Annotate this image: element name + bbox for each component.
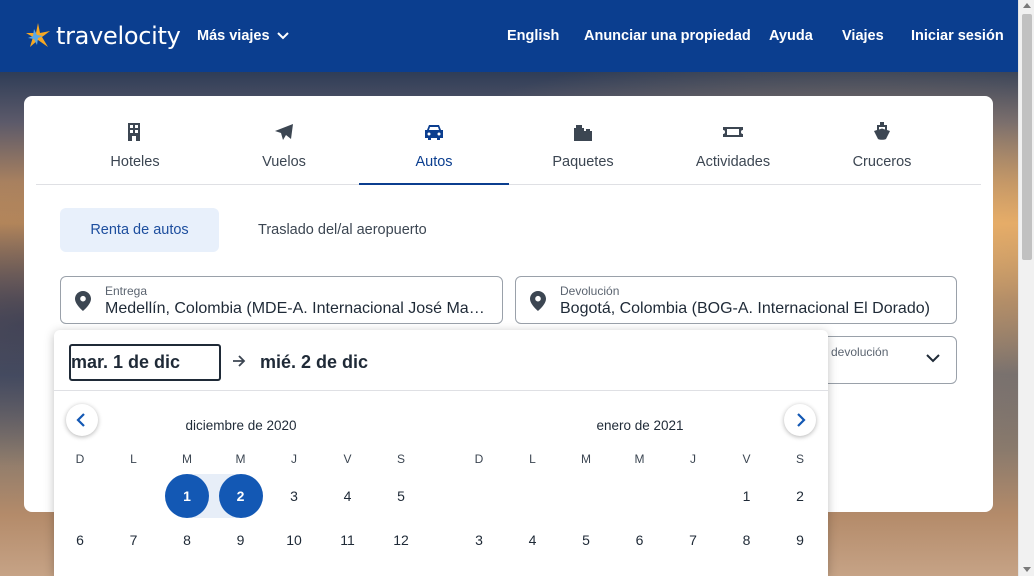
tab-label: Autos (415, 154, 453, 170)
pickup-label: Entrega (105, 284, 148, 298)
calendar-day[interactable]: 1 (165, 474, 209, 518)
calendar-day[interactable]: 9 (219, 518, 263, 562)
ship-icon (874, 122, 890, 140)
weekday-header: L (529, 452, 536, 466)
tab-label: Vuelos (262, 154, 306, 170)
tab-cars[interactable]: Autos (359, 96, 509, 185)
calendar-day[interactable]: 3 (457, 518, 501, 562)
calendar-day[interactable]: 8 (165, 518, 209, 562)
scroll-up-arrow-icon[interactable] (1023, 3, 1031, 8)
sign-in-link[interactable]: Iniciar sesión (911, 28, 1004, 44)
airport-transfer-subtab[interactable]: Traslado del/al aeropuerto (258, 208, 427, 252)
tab-cruises[interactable]: Cruceros (807, 96, 957, 185)
car-icon (425, 125, 443, 140)
pickup-value: Medellín, Colombia (MDE-A. Internacional… (105, 300, 490, 317)
more-trips-menu[interactable]: Más viajes (197, 28, 289, 44)
calendar-day[interactable]: 9 (778, 518, 822, 562)
arrow-right-icon (233, 355, 246, 367)
weekday-header: J (291, 452, 297, 466)
date-picker-header: mar. 1 de dic mié. 2 de dic (54, 330, 828, 391)
logo-text: travelocity (56, 22, 181, 50)
weekday-header: M (634, 452, 645, 466)
dropoff-label: Devolución (560, 284, 620, 298)
calendar-day[interactable]: 12 (379, 518, 423, 562)
travelocity-logo[interactable]: travelocity (24, 19, 181, 53)
month-title: enero de 2021 (596, 418, 684, 433)
scrollbar-thumb[interactable] (1022, 14, 1032, 260)
calendar-day[interactable]: 2 (778, 474, 822, 518)
weekday-header: M (581, 452, 591, 466)
weekday-header: V (742, 452, 751, 466)
plane-icon (275, 124, 293, 140)
tab-packages[interactable]: Paquetes (508, 96, 658, 185)
tab-hotels[interactable]: Hoteles (60, 96, 210, 185)
weekday-header: V (343, 452, 352, 466)
language-link[interactable]: English (507, 28, 559, 44)
scroll-down-arrow-icon[interactable] (1023, 567, 1031, 572)
calendar-day[interactable]: 3 (272, 474, 316, 518)
pickup-location-field[interactable]: Entrega Medellín, Colombia (MDE-A. Inter… (60, 276, 503, 324)
date-picker-popup: mar. 1 de dic mié. 2 de dic diciembre de… (54, 330, 828, 576)
calendar-day[interactable]: 7 (112, 518, 156, 562)
car-rental-subtab[interactable]: Renta de autos (60, 208, 219, 252)
chevron-down-icon (276, 32, 289, 40)
calendar-day[interactable]: 7 (671, 518, 715, 562)
map-pin-icon (75, 291, 91, 311)
tab-label: Actividades (695, 154, 771, 170)
tab-activities[interactable]: Actividades (658, 96, 808, 185)
calendar-day[interactable]: 11 (326, 518, 370, 562)
month-title: diciembre de 2020 (185, 418, 297, 433)
calendar-day[interactable]: 1 (725, 474, 769, 518)
luggage-icon (574, 125, 592, 141)
calendar-day[interactable]: 4 (326, 474, 370, 518)
weekday-header: M (235, 452, 246, 466)
ticket-icon (723, 127, 743, 137)
weekday-header: S (396, 452, 405, 466)
weekday-header: L (130, 452, 137, 466)
tab-label: Paquetes (552, 154, 614, 170)
calendar-day[interactable]: 5 (379, 474, 423, 518)
calendar-day[interactable]: 2 (218, 474, 263, 518)
return-time-label: devolución (831, 345, 889, 359)
calendar-day[interactable]: 6 (58, 518, 102, 562)
calendar-day[interactable]: 4 (511, 518, 555, 562)
tab-flights[interactable]: Vuelos (209, 96, 359, 185)
calendar-day[interactable]: 6 (618, 518, 662, 562)
calendar-day[interactable]: 8 (725, 518, 769, 562)
product-tabs: Hoteles Vuelos Autos Paquetes Actividade… (36, 96, 981, 185)
tab-label: Hoteles (110, 154, 160, 170)
top-header: travelocity Más viajes English Anunciar … (0, 0, 1018, 72)
trips-link[interactable]: Viajes (842, 28, 884, 44)
weekday-header: D (75, 452, 85, 466)
start-date-field[interactable]: mar. 1 de dic (69, 344, 221, 381)
list-property-link[interactable]: Anunciar una propiedad (584, 28, 751, 44)
tab-label: Cruceros (852, 154, 912, 170)
page-scrollbar[interactable] (1018, 0, 1034, 576)
dropoff-value: Bogotá, Colombia (BOG-A. Internacional E… (560, 300, 930, 317)
map-pin-icon (530, 291, 546, 311)
chevron-down-icon (926, 354, 940, 363)
dropoff-location-field[interactable]: Devolución Bogotá, Colombia (BOG-A. Inte… (515, 276, 957, 324)
hotel-icon (128, 123, 140, 141)
calendar-day[interactable]: 5 (564, 518, 608, 562)
weekday-header: S (795, 452, 804, 466)
weekday-header: M (182, 452, 192, 466)
weekday-header: D (474, 452, 484, 466)
help-link[interactable]: Ayuda (769, 28, 813, 44)
weekday-header: J (690, 452, 696, 466)
gnome-star-icon (26, 23, 50, 47)
end-date-field[interactable]: mié. 2 de dic (260, 352, 368, 373)
more-trips-label: Más viajes (197, 28, 270, 44)
calendar-day[interactable]: 10 (272, 518, 316, 562)
